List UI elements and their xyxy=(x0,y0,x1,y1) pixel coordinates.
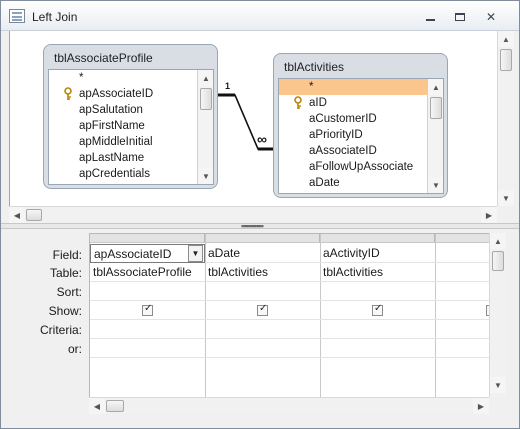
column-selector[interactable] xyxy=(205,234,320,243)
table-design-pane[interactable]: tblAssociateProfile * apAssociateID apSa… xyxy=(9,31,497,206)
scroll-up-icon[interactable]: ▲ xyxy=(498,31,514,47)
column-selector[interactable] xyxy=(90,234,205,243)
scroll-left-icon[interactable]: ◀ xyxy=(89,398,105,414)
row-label-show: Show: xyxy=(48,304,82,318)
show-checkbox[interactable] xyxy=(372,303,383,316)
maximize-button[interactable] xyxy=(448,8,472,26)
design-vertical-scrollbar[interactable]: ▲ ▼ xyxy=(497,31,514,206)
join-one-symbol: 1 xyxy=(225,81,231,91)
query-design-grid[interactable]: apAssociateID ▼ aDate aActivityID tblAss… xyxy=(89,233,489,411)
title-bar[interactable]: Left Join ✕ xyxy=(1,1,519,31)
column-selector[interactable] xyxy=(435,234,489,243)
scrollbar-corner xyxy=(489,397,506,413)
field-cell[interactable]: aDate xyxy=(205,244,240,263)
row-label-criteria: Criteria: xyxy=(39,323,82,337)
scroll-right-icon[interactable]: ▶ xyxy=(473,398,489,414)
scroll-right-icon[interactable]: ▶ xyxy=(481,207,497,223)
show-checkbox[interactable] xyxy=(142,303,153,316)
scroll-down-icon[interactable]: ▼ xyxy=(498,190,514,206)
close-icon: ✕ xyxy=(485,10,497,24)
join-many-symbol: ∞ xyxy=(257,131,267,147)
join-line[interactable] xyxy=(10,31,498,206)
design-horizontal-scrollbar[interactable]: ◀ ▶ xyxy=(9,206,497,223)
dropdown-arrow-icon[interactable]: ▼ xyxy=(188,245,203,262)
row-label-sort: Sort: xyxy=(56,285,82,299)
scroll-down-icon[interactable]: ▼ xyxy=(490,377,506,393)
grid-vertical-scrollbar[interactable]: ▲ ▼ xyxy=(489,233,506,411)
pane-splitter[interactable]: ▪▪▪▪▪▪▪▪▪▪ xyxy=(1,221,519,231)
row-label-or: or: xyxy=(67,342,82,356)
scroll-thumb[interactable] xyxy=(106,400,124,412)
table-cell[interactable]: tblActivities xyxy=(320,263,383,282)
column-selector[interactable] xyxy=(320,234,435,243)
row-label-field: Field: xyxy=(52,248,82,262)
minimize-icon xyxy=(425,19,435,21)
scroll-thumb[interactable] xyxy=(492,251,504,271)
window-title: Left Join xyxy=(32,10,78,24)
app-icon xyxy=(9,9,25,23)
table-cell[interactable]: tblAssociateProfile xyxy=(90,263,192,282)
scroll-thumb[interactable] xyxy=(26,209,42,221)
scroll-up-icon[interactable]: ▲ xyxy=(490,233,506,249)
query-window: Left Join ✕ tblAssociateProfile * apAsso… xyxy=(0,0,520,429)
minimize-button[interactable] xyxy=(418,8,442,26)
show-checkbox[interactable] xyxy=(257,303,268,316)
scroll-left-icon[interactable]: ◀ xyxy=(9,207,25,223)
maximize-icon xyxy=(455,13,465,21)
grid-horizontal-scrollbar[interactable]: ◀ ▶ xyxy=(89,397,489,414)
table-cell[interactable]: tblActivities xyxy=(205,263,268,282)
close-button[interactable]: ✕ xyxy=(479,8,503,26)
scroll-thumb[interactable] xyxy=(500,49,512,71)
row-label-table: Table: xyxy=(49,266,82,280)
field-cell[interactable]: aActivityID xyxy=(320,244,380,263)
